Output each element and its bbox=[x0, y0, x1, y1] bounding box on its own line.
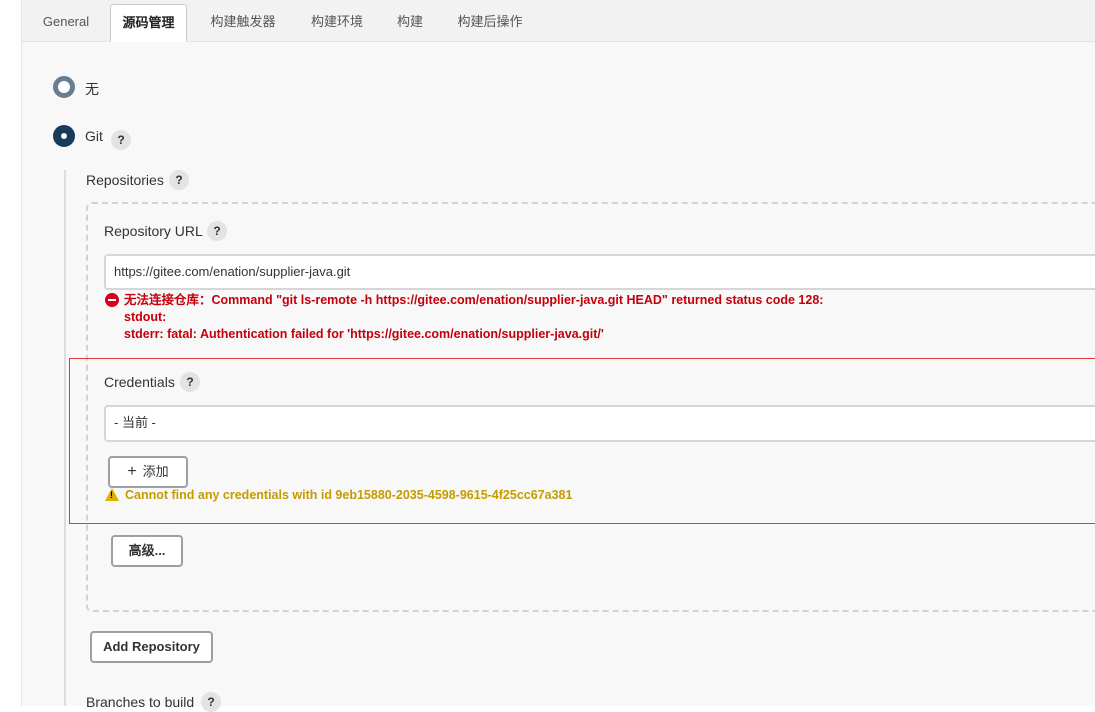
repositories-label: Repositories bbox=[86, 172, 164, 188]
plus-icon: + bbox=[127, 463, 137, 480]
add-credentials-label: 添加 bbox=[142, 464, 169, 479]
branches-help-icon[interactable]: ? bbox=[201, 692, 221, 712]
credentials-help-icon[interactable]: ? bbox=[180, 372, 200, 392]
add-repository-label: Add Repository bbox=[103, 639, 200, 654]
credentials-warning: Cannot find any credentials with id 9eb1… bbox=[125, 488, 573, 502]
add-repository-button[interactable]: Add Repository bbox=[90, 631, 213, 663]
tab-post-build-actions[interactable]: 构建后操作 bbox=[446, 4, 534, 40]
left-rail bbox=[0, 0, 22, 706]
advanced-button[interactable]: 高级... bbox=[111, 535, 183, 567]
error-line-3: stderr: fatal: Authentication failed for… bbox=[124, 327, 604, 341]
scm-git-radio[interactable] bbox=[53, 125, 75, 147]
scm-none-radio[interactable] bbox=[53, 76, 75, 98]
tab-general[interactable]: General bbox=[32, 4, 100, 40]
credentials-label: Credentials bbox=[104, 374, 175, 390]
section-guide-line bbox=[64, 170, 66, 706]
tab-build-environment[interactable]: 构建环境 bbox=[300, 4, 374, 40]
credentials-select[interactable]: - 当前 - bbox=[104, 405, 1095, 442]
tab-source-control[interactable]: 源码管理 bbox=[110, 4, 187, 42]
tab-bar: General 源码管理 构建触发器 构建环境 构建 构建后操作 bbox=[22, 0, 1095, 42]
repository-url-input[interactable]: https://gitee.com/enation/supplier-java.… bbox=[104, 254, 1095, 290]
error-line-2: stdout: bbox=[124, 310, 167, 324]
tab-build-triggers[interactable]: 构建触发器 bbox=[198, 4, 288, 40]
advanced-label: 高级... bbox=[128, 543, 166, 558]
tab-build[interactable]: 构建 bbox=[386, 4, 434, 40]
branches-to-build-label: Branches to build bbox=[86, 694, 195, 710]
config-panel: General 源码管理 构建触发器 构建环境 构建 构建后操作 无 Git ?… bbox=[22, 0, 1095, 712]
error-line-1: 无法连接仓库：Command "git ls-remote -h https:/… bbox=[124, 293, 824, 307]
repository-url-label: Repository URL bbox=[104, 223, 203, 239]
repository-url-help-icon[interactable]: ? bbox=[207, 221, 227, 241]
add-credentials-button[interactable]: + 添加 bbox=[108, 456, 188, 488]
repositories-help-icon[interactable]: ? bbox=[169, 170, 189, 190]
warning-icon bbox=[105, 488, 119, 501]
scm-git-label: Git bbox=[85, 128, 103, 144]
scm-none-label: 无 bbox=[85, 81, 99, 97]
git-help-icon[interactable]: ? bbox=[111, 130, 131, 150]
repository-error-message: 无法连接仓库：Command "git ls-remote -h https:/… bbox=[109, 292, 823, 343]
